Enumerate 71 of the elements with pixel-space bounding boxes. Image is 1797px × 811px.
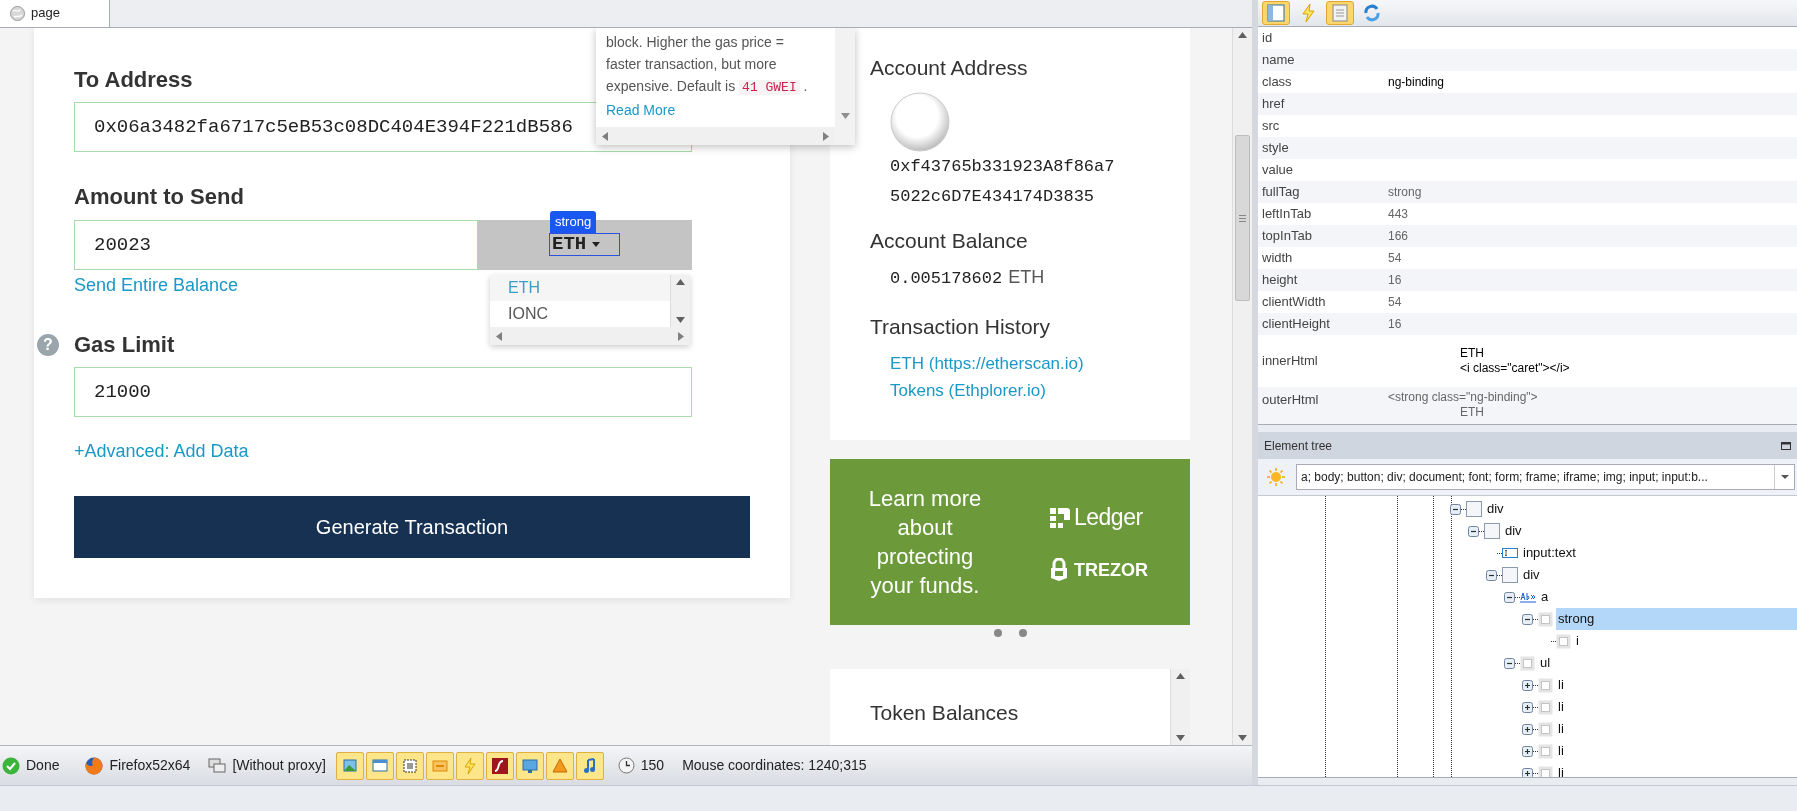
property-name: width (1261, 249, 1294, 268)
section-heading: Account Balance (870, 228, 1029, 254)
property-value: <i class="caret"></i> (1459, 361, 1570, 376)
tree-node[interactable]: li (1556, 718, 1797, 740)
property-name: leftInTab (1261, 205, 1313, 224)
gas-limit-field[interactable]: 21000 (74, 367, 692, 417)
property-value: 16 (1388, 272, 1402, 289)
balance-value: 0.005178602 (890, 268, 1003, 290)
balance-unit: ETH (1008, 266, 1045, 289)
tree-node[interactable]: strong (1556, 608, 1797, 630)
property-value: 54 (1388, 294, 1402, 311)
tree-node[interactable]: a (1539, 586, 1797, 608)
section-heading: Account Address (870, 55, 1029, 81)
generate-transaction-button[interactable]: Generate Transaction (74, 496, 750, 558)
property-name: id (1261, 29, 1274, 48)
brand-name: Ledger (1074, 503, 1143, 533)
amount-field[interactable]: 20023 (74, 220, 478, 270)
tree-node[interactable]: input:text (1521, 542, 1797, 564)
property-name: clientHeight (1261, 315, 1331, 334)
brand-name: TREZOR (1074, 558, 1148, 582)
tree-node[interactable]: ul (1538, 652, 1797, 674)
field-label: To Address (74, 66, 193, 94)
property-name: height (1261, 271, 1299, 290)
unit-dropdown[interactable]: ETH (549, 233, 620, 256)
proxy-status: [Without proxy] (232, 756, 326, 775)
property-value: <strong class="ng-binding"> (1388, 390, 1538, 405)
property-name: name (1261, 51, 1296, 70)
field-label: Amount to Send (74, 183, 244, 211)
filter-combobox[interactable]: a; body; button; div; document; font; form; frame; iframe; img; input; input:b... (1296, 464, 1795, 490)
mouse-coordinates: Mouse coordinates: 1240;315 (682, 756, 867, 775)
property-name: src (1261, 117, 1281, 136)
property-name: clientWidth (1261, 293, 1327, 312)
inspector-badge: strong (550, 211, 597, 233)
tree-node[interactable]: li (1556, 762, 1797, 777)
tree-node[interactable]: li (1556, 674, 1797, 696)
account-address: 0xf43765b331923A8f86a7 (890, 156, 1116, 178)
tree-node[interactable]: li (1556, 740, 1797, 762)
tree-node[interactable]: div (1521, 564, 1797, 586)
property-name: outerHtml (1261, 391, 1320, 409)
account-address: 5022c6D7E434174D3835 (890, 186, 1096, 208)
property-value: ETH (1459, 346, 1485, 361)
field-label: Gas Limit (74, 331, 175, 359)
property-name: fullTag (1261, 183, 1301, 202)
property-value: 54 (1388, 250, 1402, 267)
property-name: class (1261, 73, 1293, 92)
tree-node[interactable]: li (1556, 696, 1797, 718)
property-value: 166 (1388, 228, 1409, 245)
browser-version: Firefox52x64 (109, 756, 191, 775)
menu-item[interactable]: IONC (490, 301, 670, 327)
tree-node[interactable]: i (1574, 630, 1797, 652)
browser-tab[interactable]: page (0, 0, 110, 27)
tooltip-text: block. Higher the gas price = faster transaction, but more expensive. Default is 41 GWEI . (606, 33, 809, 97)
property-value: ng-binding (1388, 74, 1445, 91)
property-value: strong (1388, 184, 1422, 201)
property-name: value (1261, 161, 1295, 180)
property-name: style (1261, 139, 1290, 158)
section-heading: Transaction History (870, 313, 1052, 340)
panel-title: Element tree (1264, 437, 1333, 455)
section-heading: Token Balances (870, 700, 1020, 726)
property-value: ETH (1459, 405, 1485, 420)
tree-node[interactable]: div (1503, 520, 1797, 542)
property-name: topInTab (1261, 227, 1313, 246)
promo-text: Learn more about protecting your funds. (867, 485, 983, 600)
status-text: Done (26, 756, 60, 775)
property-name: href (1261, 95, 1286, 114)
property-name: innerHtml (1261, 352, 1319, 371)
timer-value: 150 (640, 756, 665, 775)
tab-title: page (31, 4, 60, 23)
property-value: 16 (1388, 316, 1402, 333)
tree-node[interactable]: div (1485, 498, 1797, 520)
property-value: 443 (1388, 206, 1409, 223)
